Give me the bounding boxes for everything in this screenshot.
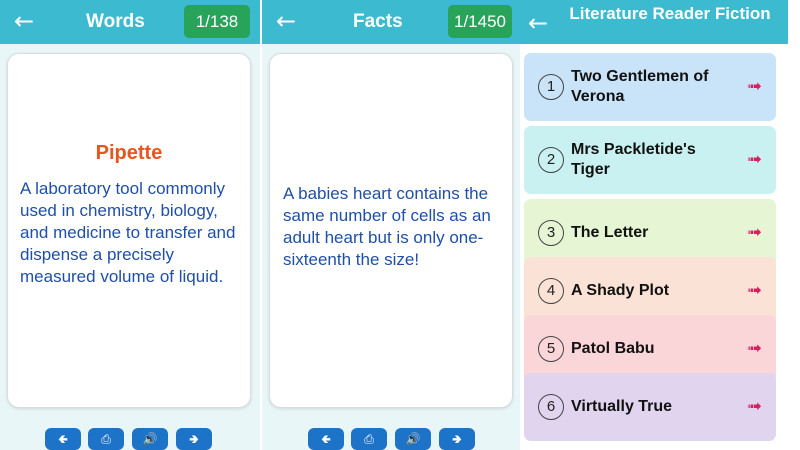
arrow-left-icon[interactable]: ← bbox=[10, 8, 38, 34]
word-card: Pipette A laboratory tool commonly used … bbox=[7, 53, 251, 408]
words-screen: ← Words 1/138 Pipette A laboratory tool … bbox=[0, 0, 260, 450]
word-term: Pipette bbox=[95, 142, 163, 164]
next-arrow-icon: 🢂 bbox=[452, 432, 462, 446]
chapter-number: 2 bbox=[538, 147, 564, 173]
next-button[interactable]: 🢂 bbox=[176, 428, 212, 450]
previous-button[interactable]: 🢀 bbox=[45, 428, 81, 450]
chapter-number: 1 bbox=[538, 74, 564, 100]
open-arrow-icon: ➟ bbox=[746, 76, 762, 97]
arrow-left-icon[interactable]: ← bbox=[524, 10, 552, 36]
facts-header: ← Facts 1/1450 bbox=[262, 0, 520, 44]
next-arrow-icon: 🢂 bbox=[189, 432, 199, 446]
words-counter-badge: 1/138 bbox=[184, 5, 250, 38]
chapter-item[interactable]: 6 Virtually True ➟ bbox=[524, 373, 776, 441]
fact-card: A babies heart contains the same number … bbox=[269, 53, 513, 408]
app-screens: ← Words 1/138 Pipette A laboratory tool … bbox=[0, 0, 800, 450]
share-button[interactable]: ⎙ bbox=[351, 428, 387, 450]
literature-title: Literature Reader Fiction bbox=[569, 4, 771, 23]
previous-arrow-icon: 🢀 bbox=[58, 432, 68, 446]
chapter-item[interactable]: 1 Two Gentlemen of Verona ➟ bbox=[524, 53, 776, 121]
speak-button[interactable]: 🔊 bbox=[395, 428, 431, 450]
chapter-number: 3 bbox=[538, 220, 564, 246]
words-header: ← Words 1/138 bbox=[0, 0, 260, 44]
arrow-left-icon[interactable]: ← bbox=[272, 8, 300, 34]
previous-button[interactable]: 🢀 bbox=[308, 428, 344, 450]
word-definition: A laboratory tool commonly used in chemi… bbox=[20, 179, 236, 286]
literature-screen: ← Literature Reader Fiction 1 Two Gentle… bbox=[520, 0, 788, 450]
facts-counter-badge: 1/1450 bbox=[448, 5, 512, 38]
next-button[interactable]: 🢂 bbox=[439, 428, 475, 450]
facts-screen: ← Facts 1/1450 A babies heart contains t… bbox=[262, 0, 520, 450]
share-icon: ⎙ bbox=[364, 432, 374, 446]
fact-text: A babies heart contains the same number … bbox=[283, 184, 491, 269]
chapter-item[interactable]: 2 Mrs Packletide's Tiger ➟ bbox=[524, 126, 776, 194]
chapter-number: 6 bbox=[538, 394, 564, 420]
speaker-icon: 🔊 bbox=[142, 432, 158, 446]
open-arrow-icon: ➟ bbox=[746, 396, 762, 417]
open-arrow-icon: ➟ bbox=[746, 149, 762, 170]
share-icon: ⎙ bbox=[101, 432, 111, 446]
facts-title: Facts bbox=[353, 11, 403, 32]
chapter-title: Mrs Packletide's Tiger bbox=[571, 141, 696, 178]
previous-arrow-icon: 🢀 bbox=[321, 432, 331, 446]
literature-header: ← Literature Reader Fiction bbox=[520, 0, 788, 44]
speak-button[interactable]: 🔊 bbox=[132, 428, 168, 450]
chapter-title: Two Gentlemen of Verona bbox=[571, 68, 709, 105]
speaker-icon: 🔊 bbox=[405, 432, 421, 446]
words-title: Words bbox=[86, 11, 145, 32]
chapter-number: 5 bbox=[538, 336, 564, 362]
chapter-number: 4 bbox=[538, 278, 564, 304]
share-button[interactable]: ⎙ bbox=[88, 428, 124, 450]
chapter-title: Virtually True bbox=[571, 398, 673, 415]
